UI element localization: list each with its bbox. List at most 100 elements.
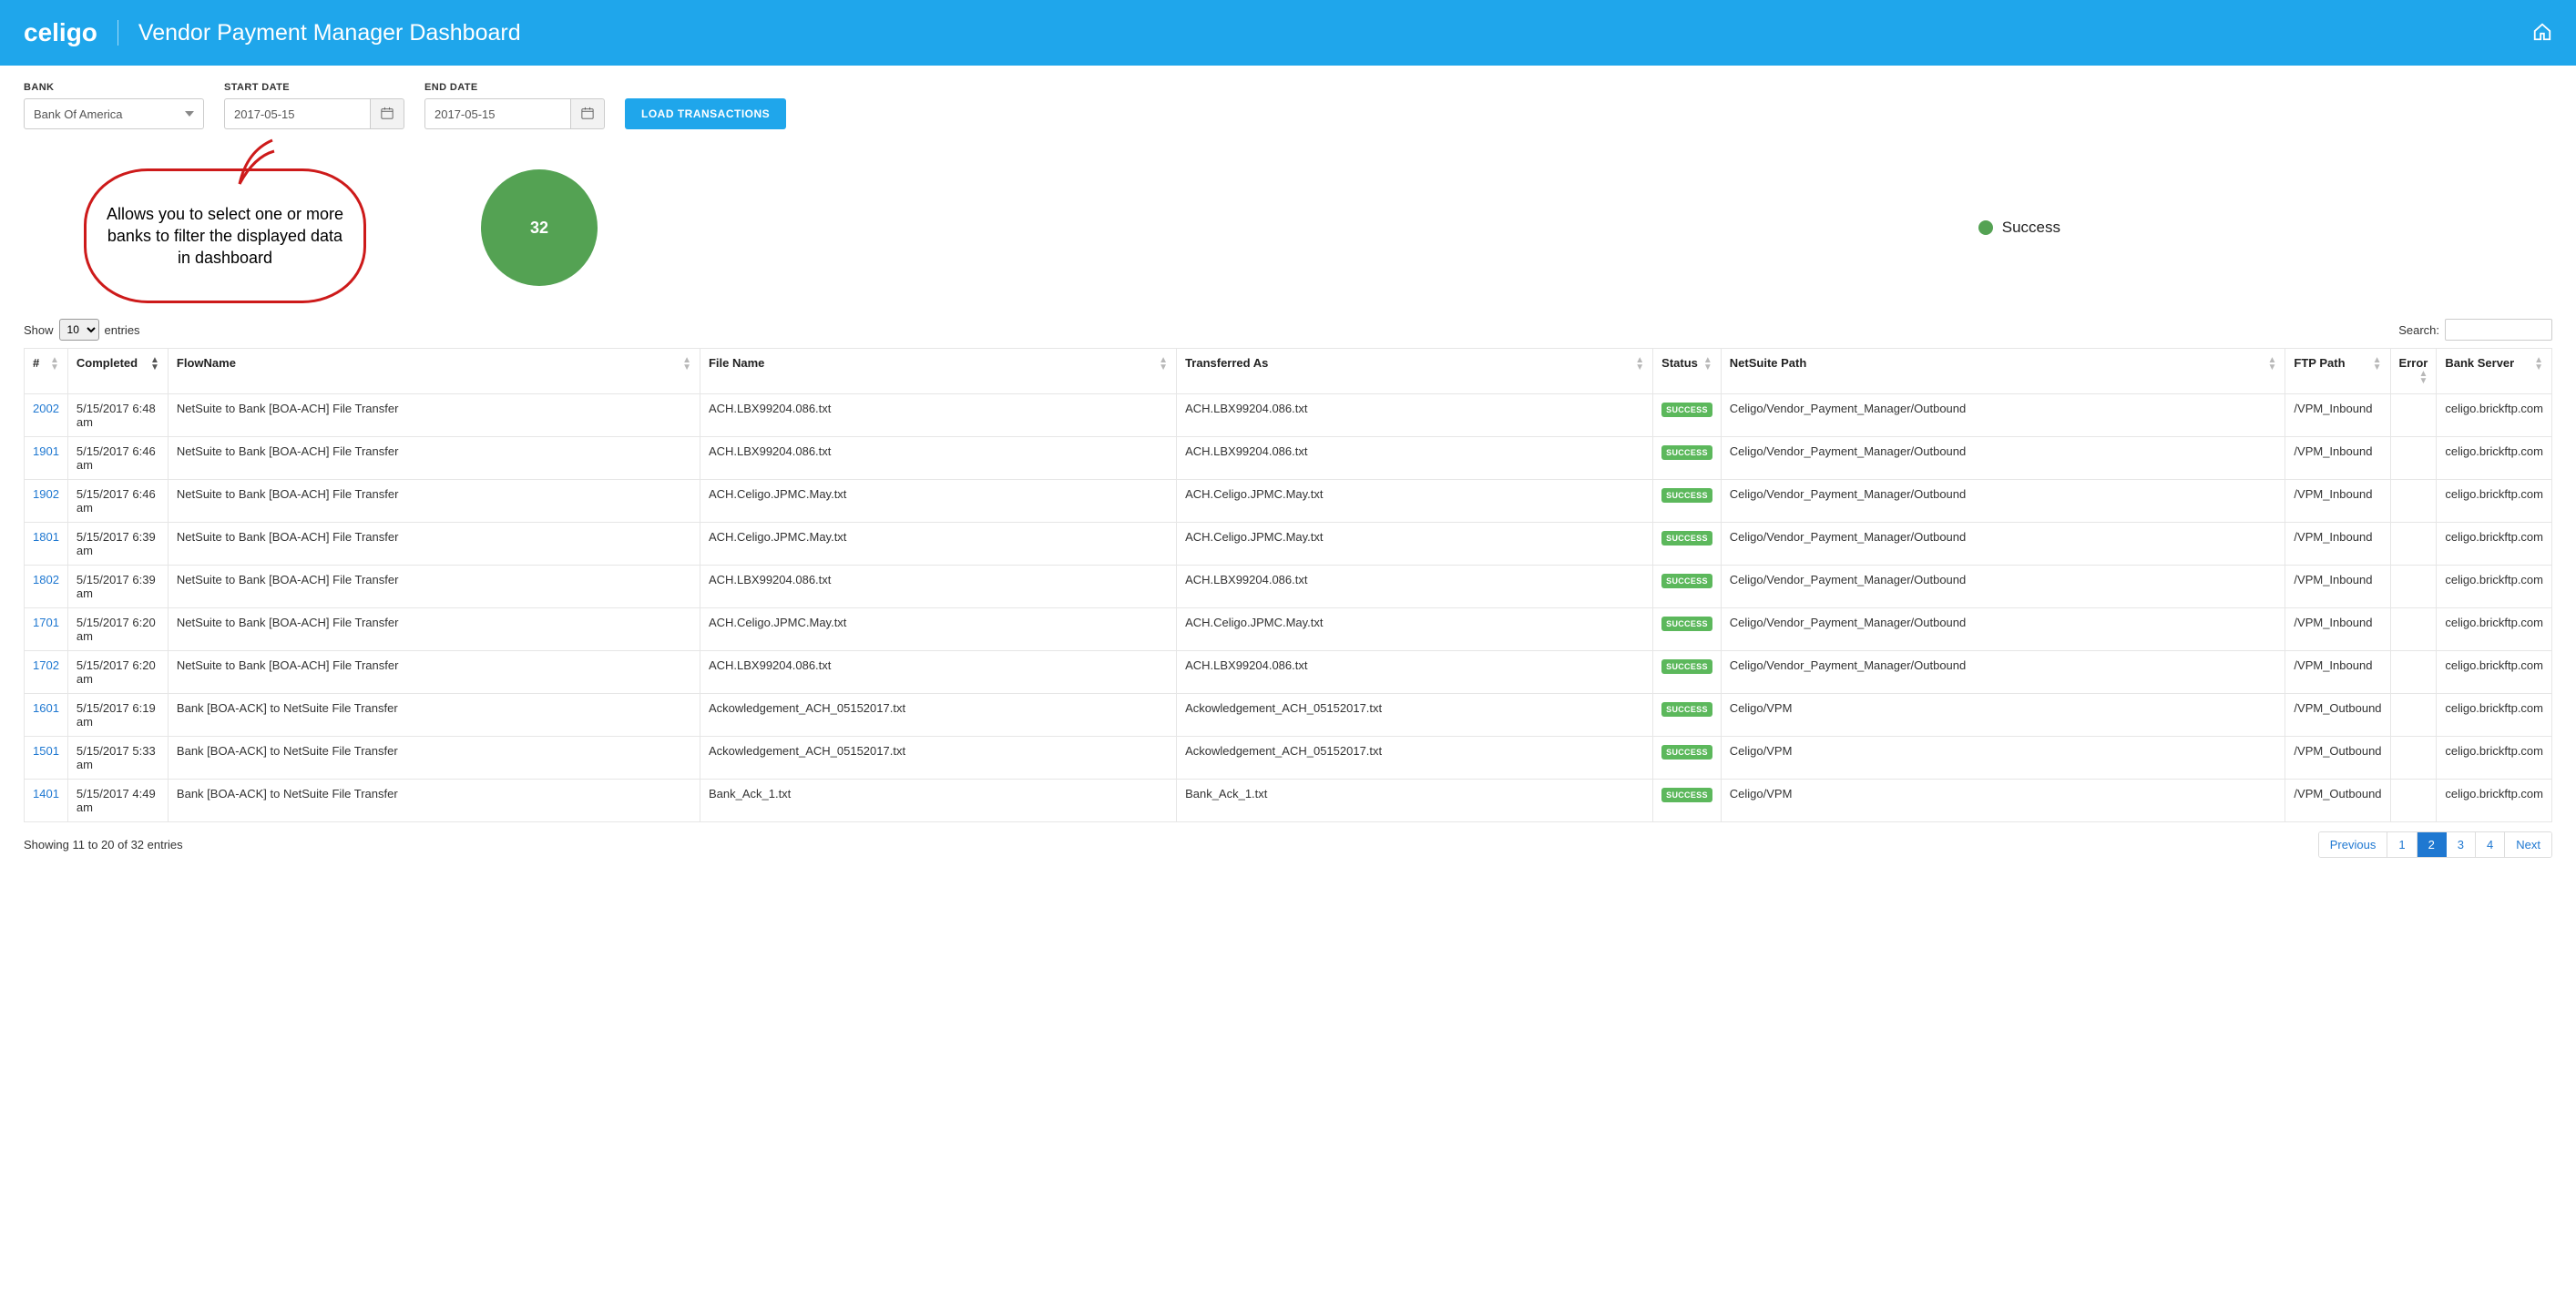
table-row: 18025/15/2017 6:39 amNetSuite to Bank [B… xyxy=(25,566,2552,608)
row-filename: ACH.Celigo.JPMC.May.txt xyxy=(700,523,1176,566)
row-flowname: NetSuite to Bank [BOA-ACH] File Transfer xyxy=(168,523,700,566)
row-error xyxy=(2390,694,2437,737)
row-ftp: /VPM_Inbound xyxy=(2285,394,2390,437)
start-date-picker-button[interactable] xyxy=(370,98,404,129)
sort-icon xyxy=(50,356,59,372)
col-header-transferred[interactable]: Transferred As xyxy=(1177,349,1653,394)
status-badge: SUCCESS xyxy=(1661,617,1712,631)
table-row: 18015/15/2017 6:39 amNetSuite to Bank [B… xyxy=(25,523,2552,566)
row-ftp: /VPM_Outbound xyxy=(2285,694,2390,737)
status-badge: SUCCESS xyxy=(1661,702,1712,717)
col-header-status[interactable]: Status xyxy=(1653,349,1722,394)
row-completed: 5/15/2017 5:33 am xyxy=(67,737,168,780)
header-bar: celigo Vendor Payment Manager Dashboard xyxy=(0,0,2576,66)
status-badge: SUCCESS xyxy=(1661,659,1712,674)
row-ftp: /VPM_Inbound xyxy=(2285,608,2390,651)
row-filename: ACH.LBX99204.086.txt xyxy=(700,651,1176,694)
pagination-prev[interactable]: Previous xyxy=(2319,832,2388,857)
row-filename: Ackowledgement_ACH_05152017.txt xyxy=(700,737,1176,780)
row-filename: ACH.Celigo.JPMC.May.txt xyxy=(700,608,1176,651)
table-row: 15015/15/2017 5:33 amBank [BOA-ACK] to N… xyxy=(25,737,2552,780)
row-id-link[interactable]: 1702 xyxy=(33,658,59,672)
table-row: 1702 5/15/2017 6:20 amNetSuite to Bank [B… xyxy=(25,651,2552,694)
row-nspath: Celigo/VPM xyxy=(1721,737,2285,780)
row-completed: 5/15/2017 6:20 am xyxy=(67,608,168,651)
row-error xyxy=(2390,566,2437,608)
end-date-picker-button[interactable] xyxy=(570,98,605,129)
start-date-input[interactable]: 2017-05-15 xyxy=(224,98,370,129)
row-id-link[interactable]: 2002 xyxy=(33,402,59,415)
col-header-completed[interactable]: Completed xyxy=(67,349,168,394)
row-server: celigo.brickftp.com xyxy=(2437,694,2552,737)
pagination-page[interactable]: 3 xyxy=(2447,832,2476,857)
col-header-filename[interactable]: File Name xyxy=(700,349,1176,394)
row-completed: 5/15/2017 6:20 am xyxy=(67,651,168,694)
entries-per-page-select[interactable]: 10 xyxy=(59,319,99,341)
row-id-link[interactable]: 1901 xyxy=(33,444,59,458)
status-badge: SUCCESS xyxy=(1661,574,1712,588)
row-server: celigo.brickftp.com xyxy=(2437,608,2552,651)
search-input[interactable] xyxy=(2445,319,2552,341)
row-nspath: Celigo/Vendor_Payment_Manager/Outbound xyxy=(1721,651,2285,694)
row-transferred: Ackowledgement_ACH_05152017.txt xyxy=(1177,694,1653,737)
logo: celigo xyxy=(24,18,97,47)
row-id-link[interactable]: 1802 xyxy=(33,573,59,586)
row-filename: ACH.LBX99204.086.txt xyxy=(700,437,1176,480)
chevron-down-icon xyxy=(185,111,194,117)
row-ftp: /VPM_Inbound xyxy=(2285,480,2390,523)
pagination-page[interactable]: 2 xyxy=(2418,832,2447,857)
row-flowname: NetSuite to Bank [BOA-ACH] File Transfer xyxy=(168,394,700,437)
sort-icon xyxy=(1635,356,1644,372)
status-badge: SUCCESS xyxy=(1661,445,1712,460)
col-header-bankserver[interactable]: Bank Server xyxy=(2437,349,2552,394)
sort-icon xyxy=(2268,356,2277,372)
row-transferred: ACH.LBX99204.086.txt xyxy=(1177,394,1653,437)
row-transferred: ACH.LBX99204.086.txt xyxy=(1177,437,1653,480)
row-transferred: Bank_Ack_1.txt xyxy=(1177,780,1653,822)
row-server: celigo.brickftp.com xyxy=(2437,651,2552,694)
row-flowname: NetSuite to Bank [BOA-ACH] File Transfer xyxy=(168,651,700,694)
row-server: celigo.brickftp.com xyxy=(2437,480,2552,523)
sort-icon xyxy=(2534,356,2543,372)
row-nspath: Celigo/Vendor_Payment_Manager/Outbound xyxy=(1721,523,2285,566)
row-ftp: /VPM_Outbound xyxy=(2285,737,2390,780)
row-transferred: Ackowledgement_ACH_05152017.txt xyxy=(1177,737,1653,780)
row-id-link[interactable]: 1401 xyxy=(33,787,59,800)
bank-select-value: Bank Of America xyxy=(34,107,123,121)
home-icon[interactable] xyxy=(2532,22,2552,45)
pagination-next[interactable]: Next xyxy=(2505,832,2551,857)
row-error xyxy=(2390,737,2437,780)
row-id-link[interactable]: 1601 xyxy=(33,701,59,715)
bank-select[interactable]: Bank Of America xyxy=(24,98,204,129)
pagination-page[interactable]: 4 xyxy=(2476,832,2505,857)
row-nspath: Celigo/Vendor_Payment_Manager/Outbound xyxy=(1721,608,2285,651)
legend-label: Success xyxy=(2002,219,2060,237)
table-row: 14015/15/2017 4:49 amBank [BOA-ACK] to N… xyxy=(25,780,2552,822)
table-row: 19015/15/2017 6:46 amNetSuite to Bank [B… xyxy=(25,437,2552,480)
load-transactions-button[interactable]: LOAD TRANSACTIONS xyxy=(625,98,786,129)
col-header-id[interactable]: # xyxy=(25,349,68,394)
end-date-input[interactable]: 2017-05-15 xyxy=(424,98,570,129)
row-id-link[interactable]: 1801 xyxy=(33,530,59,544)
row-ftp: /VPM_Inbound xyxy=(2285,523,2390,566)
row-id-link[interactable]: 1701 xyxy=(33,616,59,629)
row-flowname: Bank [BOA-ACK] to NetSuite File Transfer xyxy=(168,780,700,822)
table-row: 20025/15/2017 6:48 amNetSuite to Bank [B… xyxy=(25,394,2552,437)
show-entries-prefix: Show xyxy=(24,323,54,337)
pagination-page[interactable]: 1 xyxy=(2387,832,2417,857)
row-completed: 5/15/2017 6:19 am xyxy=(67,694,168,737)
col-header-nspath[interactable]: NetSuite Path xyxy=(1721,349,2285,394)
col-header-flowname[interactable]: FlowName xyxy=(168,349,700,394)
row-completed: 5/15/2017 6:39 am xyxy=(67,566,168,608)
col-header-error[interactable]: Error xyxy=(2390,349,2437,394)
row-id-link[interactable]: 1501 xyxy=(33,744,59,758)
row-flowname: Bank [BOA-ACK] to NetSuite File Transfer xyxy=(168,694,700,737)
row-server: celigo.brickftp.com xyxy=(2437,437,2552,480)
sort-icon xyxy=(1703,356,1712,372)
col-header-ftppath[interactable]: FTP Path xyxy=(2285,349,2390,394)
row-server: celigo.brickftp.com xyxy=(2437,394,2552,437)
row-transferred: ACH.LBX99204.086.txt xyxy=(1177,566,1653,608)
row-id-link[interactable]: 1902 xyxy=(33,487,59,501)
pagination: Previous1234Next xyxy=(2318,831,2552,858)
status-badge: SUCCESS xyxy=(1661,403,1712,417)
